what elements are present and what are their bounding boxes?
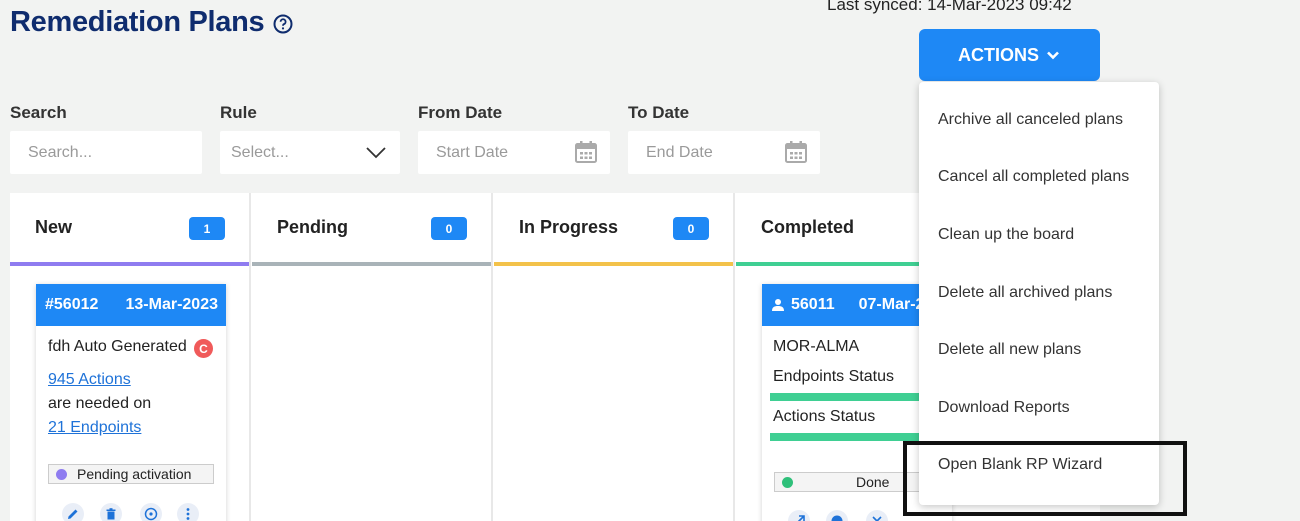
column-color-bar xyxy=(10,262,249,266)
status-dot xyxy=(782,476,793,488)
user-icon xyxy=(772,299,784,311)
card-name: MOR-ALMA xyxy=(773,338,860,355)
card-id: 56011 xyxy=(791,296,835,313)
column-color-bar xyxy=(252,262,491,266)
column-title: In Progress xyxy=(519,217,619,237)
network-icon[interactable] xyxy=(140,503,162,521)
help-icon[interactable] xyxy=(273,14,293,34)
chevron-down-icon xyxy=(1047,51,1059,60)
c-badge-icon: C xyxy=(194,339,213,358)
delete-icon[interactable] xyxy=(100,503,122,521)
column-title: Completed xyxy=(761,217,855,237)
status-text: Pending activation xyxy=(77,466,192,482)
actions-button-label: ACTIONS xyxy=(958,44,1039,65)
card-header: #56012 13-Mar-2023 xyxy=(36,284,226,326)
page-title: Remediation Plans xyxy=(10,6,265,38)
highlight-box xyxy=(903,441,1187,516)
cancel-icon[interactable] xyxy=(866,510,888,521)
status-badge: Pending activation xyxy=(48,464,214,484)
column-title: Pending xyxy=(277,217,348,237)
search-input[interactable]: Search... xyxy=(10,131,202,174)
column-title: New xyxy=(35,217,73,237)
menu-item-delete-archived[interactable]: Delete all archived plans xyxy=(938,284,1112,302)
rule-select[interactable]: Select... xyxy=(220,131,400,174)
expand-icon[interactable] xyxy=(788,510,810,521)
search-placeholder: Search... xyxy=(28,143,93,161)
endpoints-progress-bar xyxy=(770,393,944,401)
status-text: Done xyxy=(856,474,890,490)
search-label: Search xyxy=(10,103,67,122)
to-date-placeholder: End Date xyxy=(646,143,713,161)
rule-placeholder: Select... xyxy=(231,143,289,161)
menu-item-delete-new[interactable]: Delete all new plans xyxy=(938,341,1081,359)
to-date-label: To Date xyxy=(628,103,690,122)
actions-button[interactable]: ACTIONS xyxy=(919,29,1100,81)
endpoints-status-label: Endpoints Status xyxy=(773,368,894,385)
endpoints-link[interactable]: 21 Endpoints xyxy=(48,419,141,437)
card-name: fdh Auto Generated xyxy=(48,338,187,355)
last-synced-text: Last synced: 14-Mar-2023 09:42 xyxy=(827,0,1072,14)
menu-item-download-reports[interactable]: Download Reports xyxy=(938,399,1070,417)
from-date-placeholder: Start Date xyxy=(436,143,509,161)
actions-link[interactable]: 945 Actions xyxy=(48,371,131,389)
menu-item-archive-canceled[interactable]: Archive all canceled plans xyxy=(938,111,1123,129)
calendar-icon[interactable] xyxy=(574,140,598,164)
card-date: 13-Mar-2023 xyxy=(125,296,219,313)
calendar-icon[interactable] xyxy=(784,140,808,164)
to-date-input[interactable]: End Date xyxy=(628,131,820,174)
card-middle-text: are needed on xyxy=(48,395,152,412)
menu-item-cancel-completed[interactable]: Cancel all completed plans xyxy=(938,168,1129,186)
plan-card-56012[interactable]: #56012 13-Mar-2023 fdh Auto Generated C … xyxy=(36,284,226,521)
actions-status-label: Actions Status xyxy=(773,408,876,425)
card-date: 07-Mar-2 xyxy=(858,296,925,313)
column-pending: Pending 0 xyxy=(252,193,493,521)
chevron-down-icon xyxy=(366,147,386,159)
column-in-progress: In Progress 0 xyxy=(494,193,735,521)
more-icon[interactable] xyxy=(177,503,199,521)
target-icon[interactable] xyxy=(826,510,848,521)
column-color-bar xyxy=(494,262,733,266)
card-id: #56012 xyxy=(45,296,99,313)
column-count-badge: 0 xyxy=(431,217,467,240)
menu-item-clean-up[interactable]: Clean up the board xyxy=(938,226,1074,244)
status-dot xyxy=(56,468,67,480)
rule-label: Rule xyxy=(220,103,257,122)
actions-progress-bar xyxy=(770,433,944,441)
column-count-badge: 0 xyxy=(673,217,709,240)
from-date-label: From Date xyxy=(418,103,503,122)
column-count-badge: 1 xyxy=(189,217,225,240)
edit-icon[interactable] xyxy=(62,503,84,521)
from-date-input[interactable]: Start Date xyxy=(418,131,610,174)
